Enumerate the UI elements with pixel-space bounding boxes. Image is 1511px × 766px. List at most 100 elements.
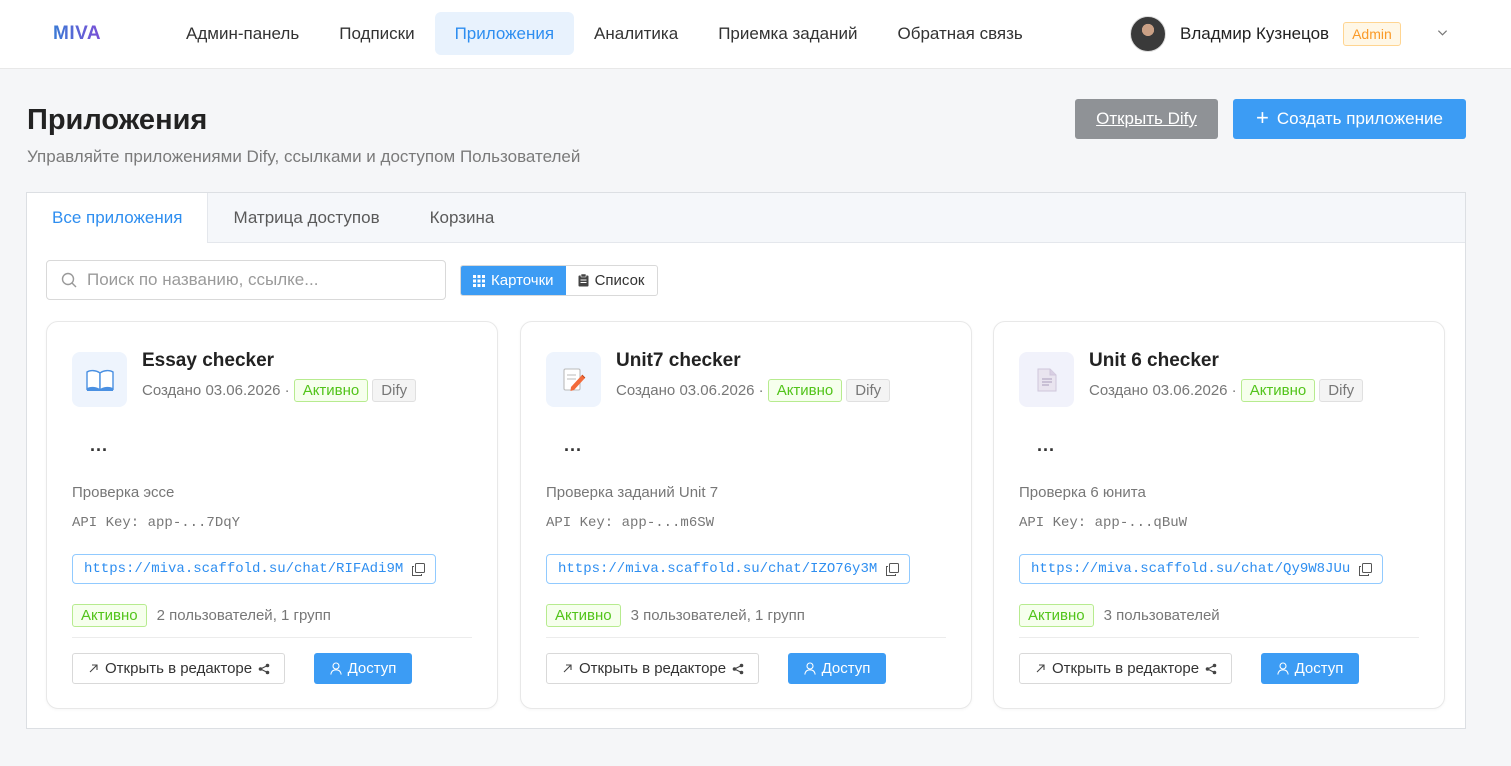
open-in-editor-button[interactable]: Открыть в редакторе xyxy=(72,653,286,684)
access-button[interactable]: Доступ xyxy=(314,653,412,684)
nav-analytics[interactable]: Аналитика xyxy=(574,12,698,55)
access-button[interactable]: Доступ xyxy=(788,653,886,684)
copy-icon[interactable] xyxy=(412,562,426,576)
status-badge: Активно xyxy=(72,604,147,627)
app-link[interactable]: https://miva.scaffold.su/chat/RIFAdi9M xyxy=(84,561,403,577)
chevron-down-icon[interactable] xyxy=(1437,27,1448,38)
view-cards-label: Карточки xyxy=(491,272,554,289)
create-app-label: Создать приложение xyxy=(1276,109,1443,128)
app-link-box[interactable]: https://miva.scaffold.su/chat/Qy9W8JUu xyxy=(1019,554,1384,584)
tab-trash[interactable]: Корзина xyxy=(405,193,520,243)
app-card: Unit 6 checker Создано 03.06.2026 · Акти… xyxy=(993,321,1445,709)
create-app-button[interactable]: + Создать приложение xyxy=(1233,99,1466,139)
share-icon xyxy=(732,663,744,674)
user-icon xyxy=(1276,662,1289,675)
nav-applications[interactable]: Приложения xyxy=(434,12,575,55)
share-icon xyxy=(1205,663,1217,674)
access-summary: Активно 2 пользователей, 1 групп xyxy=(72,603,331,628)
created-date: Создано 03.06.2026 · xyxy=(1089,382,1237,399)
main-nav: Админ-панель Подписки Приложения Аналити… xyxy=(166,12,1043,55)
app-link[interactable]: https://miva.scaffold.su/chat/IZO76y3M xyxy=(558,561,877,577)
divider xyxy=(72,637,472,638)
app-title[interactable]: Unit7 checker xyxy=(616,350,741,372)
open-in-editor-button[interactable]: Открыть в редакторе xyxy=(546,653,760,684)
status-badge: Активно xyxy=(1240,379,1316,402)
grid-icon xyxy=(473,274,485,287)
access-label: Доступ xyxy=(347,660,397,677)
app-meta: Создано 03.06.2026 · Активно Dify xyxy=(1089,378,1364,403)
book-icon xyxy=(72,352,127,407)
source-badge: Dify xyxy=(846,379,891,402)
pencil-note-icon xyxy=(546,352,601,407)
nav-feedback[interactable]: Обратная связь xyxy=(878,12,1043,55)
page-subtitle: Управляйте приложениями Dify, ссылками и… xyxy=(27,147,581,166)
app-title[interactable]: Unit 6 checker xyxy=(1089,350,1219,372)
plus-icon: + xyxy=(1256,105,1269,130)
view-cards-button[interactable]: Карточки xyxy=(461,266,566,295)
users-count: 2 пользователей, 1 групп xyxy=(156,607,331,624)
users-count: 3 пользователей, 1 групп xyxy=(630,607,805,624)
api-key: API Key: app-...m6SW xyxy=(546,515,715,531)
clipboard-icon xyxy=(578,274,589,287)
more-actions-icon[interactable]: ... xyxy=(1037,435,1055,456)
search-input[interactable] xyxy=(87,270,417,290)
apps-panel: Все приложения Матрица доступов Корзина … xyxy=(26,192,1466,729)
user-name: Владмир Кузнецов xyxy=(1180,24,1330,43)
view-list-button[interactable]: Список xyxy=(566,266,657,295)
copy-icon[interactable] xyxy=(1359,562,1373,576)
open-in-editor-label: Открыть в редакторе xyxy=(579,660,727,677)
search-icon xyxy=(61,272,77,288)
status-badge: Активно xyxy=(1019,604,1094,627)
top-header: MIVA Админ-панель Подписки Приложения Ан… xyxy=(0,0,1511,69)
page-title: Приложения xyxy=(27,104,208,136)
app-description: Проверка 6 юнита xyxy=(1019,484,1146,501)
app-link[interactable]: https://miva.scaffold.su/chat/Qy9W8JUu xyxy=(1031,561,1350,577)
access-label: Доступ xyxy=(821,660,871,677)
external-link-icon xyxy=(89,664,98,673)
status-badge: Активно xyxy=(293,379,369,402)
search-box[interactable] xyxy=(46,260,446,300)
document-icon xyxy=(1019,352,1074,407)
nav-subscriptions[interactable]: Подписки xyxy=(319,12,434,55)
more-actions-icon[interactable]: ... xyxy=(564,435,582,456)
role-badge: Admin xyxy=(1343,22,1401,46)
open-dify-button[interactable]: Открыть Dify xyxy=(1075,99,1218,139)
divider xyxy=(1019,637,1419,638)
logo[interactable]: MIVA xyxy=(53,23,101,45)
api-key: API Key: app-...7DqY xyxy=(72,515,241,531)
app-meta: Создано 03.06.2026 · Активно Dify xyxy=(142,378,417,403)
app-link-box[interactable]: https://miva.scaffold.su/chat/RIFAdi9M xyxy=(72,554,437,584)
app-link-box[interactable]: https://miva.scaffold.su/chat/IZO76y3M xyxy=(546,554,911,584)
tab-all-apps[interactable]: Все приложения xyxy=(27,193,209,243)
external-link-icon xyxy=(1036,664,1045,673)
avatar[interactable] xyxy=(1130,16,1166,52)
view-toggle: Карточки Список xyxy=(460,265,658,296)
tab-access-matrix[interactable]: Матрица доступов xyxy=(208,193,404,243)
access-label: Доступ xyxy=(1294,660,1344,677)
nav-admin-panel[interactable]: Админ-панель xyxy=(166,12,319,55)
user-menu[interactable]: Владмир Кузнецов Admin xyxy=(1130,16,1401,52)
app-description: Проверка эссе xyxy=(72,484,175,501)
source-badge: Dify xyxy=(1319,379,1364,402)
created-date: Создано 03.06.2026 · xyxy=(142,382,290,399)
app-card: Essay checker Создано 03.06.2026 · Актив… xyxy=(46,321,498,709)
app-title[interactable]: Essay checker xyxy=(142,350,274,372)
source-badge: Dify xyxy=(372,379,417,402)
access-summary: Активно 3 пользователей xyxy=(1019,603,1220,628)
nav-task-acceptance[interactable]: Приемка заданий xyxy=(698,12,877,55)
app-meta: Создано 03.06.2026 · Активно Dify xyxy=(616,378,891,403)
status-badge: Активно xyxy=(546,604,621,627)
copy-icon[interactable] xyxy=(886,562,900,576)
view-list-label: Список xyxy=(594,272,645,289)
api-key: API Key: app-...qBuW xyxy=(1019,515,1188,531)
user-icon xyxy=(803,662,816,675)
tabs-bar: Все приложения Матрица доступов Корзина xyxy=(27,193,1465,243)
divider xyxy=(546,637,946,638)
user-icon xyxy=(329,662,342,675)
access-button[interactable]: Доступ xyxy=(1261,653,1359,684)
users-count: 3 пользователей xyxy=(1103,607,1220,624)
status-badge: Активно xyxy=(767,379,843,402)
open-in-editor-button[interactable]: Открыть в редакторе xyxy=(1019,653,1233,684)
open-in-editor-label: Открыть в редакторе xyxy=(1052,660,1200,677)
more-actions-icon[interactable]: ... xyxy=(90,435,108,456)
